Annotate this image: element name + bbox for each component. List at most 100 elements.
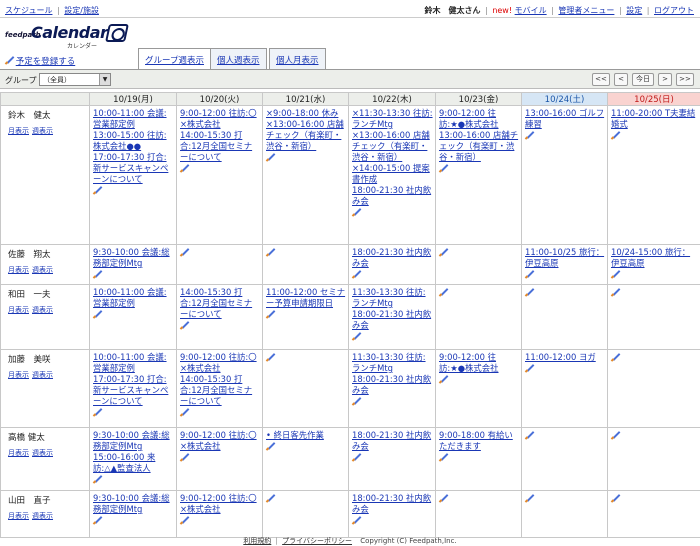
app-logo[interactable]: feedpath Calendar カレンダー <box>5 22 130 50</box>
event-link[interactable]: 9:30-10:00 会議:総務部定例Mtg <box>93 430 174 452</box>
day-cell[interactable] <box>435 490 522 538</box>
month-view-link[interactable]: 月表示 <box>8 449 29 457</box>
add-event-pencil-icon[interactable] <box>525 494 533 502</box>
add-event-pencil-icon[interactable] <box>266 442 274 450</box>
day-cell[interactable] <box>521 490 608 538</box>
event-link[interactable]: 9:00-18:00 有給いただきます <box>439 430 519 452</box>
day-header-saturday[interactable]: 10/24(土) <box>521 92 608 106</box>
day-cell[interactable]: 11:00-12:00 ヨガ <box>521 349 608 428</box>
event-link[interactable]: 18:00-21:30 社内飲み会 <box>352 185 433 207</box>
add-event-pencil-icon[interactable] <box>439 375 447 383</box>
tab-group-week[interactable]: グループ週表示 <box>138 48 211 71</box>
add-event-pencil-icon[interactable] <box>180 248 188 256</box>
day-cell[interactable]: 13:00-16:00 ゴルフ練習 <box>521 105 608 245</box>
event-link[interactable]: 13:00-15:00 往訪:株式会社●● <box>93 130 174 152</box>
day-cell[interactable]: 9:00-12:00 往訪:〇×株式会社 <box>176 490 263 538</box>
event-link[interactable]: 11:00-10/25 旅行：伊豆高原 <box>525 247 605 269</box>
next-button[interactable]: > <box>658 73 672 86</box>
add-event-pencil-icon[interactable] <box>180 164 188 172</box>
event-link[interactable]: 15:00-16:00 来訪:△▲監査法人 <box>93 452 174 474</box>
add-event-pencil-icon[interactable] <box>266 353 274 361</box>
add-event-pencil-icon[interactable] <box>611 431 619 439</box>
facility-settings-link[interactable]: 設定/施設 <box>64 6 99 15</box>
day-cell[interactable] <box>262 244 349 285</box>
day-cell[interactable]: 9:00-12:00 往訪:★●株式会社 <box>435 349 522 428</box>
day-cell[interactable]: 9:30-10:00 会議:総務部定例Mtg 15:00-16:00 来訪:△▲監… <box>89 427 177 491</box>
day-cell[interactable] <box>262 490 349 538</box>
next-next-button[interactable]: >> <box>676 73 694 86</box>
add-event-pencil-icon[interactable] <box>611 494 619 502</box>
event-link[interactable]: ×9:00-18:00 休み <box>266 108 346 119</box>
event-link[interactable]: 9:00-12:00 往訪:〇×株式会社 <box>180 430 260 452</box>
day-cell[interactable]: 18:00-21:30 社内飲み会 <box>348 244 436 285</box>
week-view-link[interactable]: 週表示 <box>32 266 53 274</box>
day-cell[interactable]: ×11:30-13:30 往訪:ランチMtg ×13:00-16:00 店舗チェッ… <box>348 105 436 245</box>
add-event-pencil-icon[interactable] <box>93 475 101 483</box>
day-cell[interactable]: 10:00-11:00 会議:営業部定例 17:00-17:30 打合:新サービス… <box>89 349 177 428</box>
event-link[interactable]: 13:00-16:00 店舗チェック（有楽町・渋谷・新宿） <box>439 130 519 163</box>
group-select[interactable]: （全員） ▼ <box>39 73 111 86</box>
event-link[interactable]: ×11:30-13:30 往訪:ランチMtg <box>352 108 433 130</box>
event-link[interactable]: 11:00-12:00 セミナー予算申請期限日 <box>266 287 346 309</box>
week-view-link[interactable]: 週表示 <box>32 127 53 135</box>
event-link[interactable]: 18:00-21:30 社内飲み会 <box>352 430 433 452</box>
day-cell[interactable]: 9:00-12:00 往訪:〇×株式会社 14:00-15:30 打合:12月全国… <box>176 349 263 428</box>
add-event-pencil-icon[interactable] <box>352 516 360 524</box>
event-link[interactable]: 9:00-12:00 往訪:★●株式会社 <box>439 108 519 130</box>
add-event-pencil-icon[interactable] <box>525 270 533 278</box>
add-event-pencil-icon[interactable] <box>266 310 274 318</box>
day-cell[interactable]: 9:00-18:00 有給いただきます <box>435 427 522 491</box>
week-view-link[interactable]: 週表示 <box>32 306 53 314</box>
day-cell[interactable]: 11:00-20:00 T夫妻結婚式 <box>607 105 700 245</box>
event-link[interactable]: 14:00-15:30 打合:12月全国セミナーについて <box>180 287 260 320</box>
event-link[interactable]: 9:00-12:00 往訪:〇×株式会社 <box>180 493 260 515</box>
week-view-link[interactable]: 週表示 <box>32 512 53 520</box>
add-event-pencil-icon[interactable] <box>180 516 188 524</box>
add-event-pencil-icon[interactable] <box>352 453 360 461</box>
day-cell[interactable] <box>435 244 522 285</box>
day-header[interactable]: 10/21(水) <box>262 92 349 106</box>
event-link[interactable]: ×13:00-16:00 店舗チェック（有楽町・渋谷・新宿） <box>266 119 346 152</box>
month-view-link[interactable]: 月表示 <box>8 127 29 135</box>
day-cell[interactable] <box>607 427 700 491</box>
day-header-sunday[interactable]: 10/25(日) <box>607 92 700 106</box>
day-cell[interactable]: 9:00-12:00 往訪:〇×株式会社 14:00-15:30 打合:12月全国… <box>176 105 263 245</box>
event-link[interactable]: ×13:00-16:00 店舗チェック（有楽町・渋谷・新宿） <box>352 130 433 163</box>
add-event-pencil-icon[interactable] <box>93 408 101 416</box>
month-view-link[interactable]: 月表示 <box>8 266 29 274</box>
add-event-pencil-icon[interactable] <box>180 453 188 461</box>
day-cell[interactable]: 11:30-13:30 往訪:ランチMtg 18:00-21:30 社内飲み会 <box>348 349 436 428</box>
day-cell[interactable]: 18:00-21:30 社内飲み会 <box>348 490 436 538</box>
day-header[interactable]: 10/23(金) <box>435 92 522 106</box>
day-cell[interactable]: 9:00-12:00 往訪:★●株式会社 13:00-16:00 店舗チェック（有… <box>435 105 522 245</box>
add-event-pencil-icon[interactable] <box>525 131 533 139</box>
event-link[interactable]: 18:00-21:30 社内飲み会 <box>352 309 433 331</box>
day-cell[interactable] <box>176 244 263 285</box>
week-view-link[interactable]: 週表示 <box>32 371 53 379</box>
day-header[interactable]: 10/22(木) <box>348 92 436 106</box>
event-link[interactable]: 11:00-12:00 ヨガ <box>525 352 605 363</box>
day-cell[interactable]: 14:00-15:30 打合:12月全国セミナーについて <box>176 284 263 350</box>
add-event-pencil-icon[interactable] <box>439 288 447 296</box>
prev-button[interactable]: < <box>614 73 628 86</box>
add-schedule-link[interactable]: 予定を登録する <box>16 57 76 67</box>
add-event-pencil-icon[interactable] <box>439 248 447 256</box>
day-cell[interactable] <box>262 349 349 428</box>
privacy-link[interactable]: プライバシーポリシー <box>282 537 352 545</box>
day-cell[interactable]: 9:30-10:00 会議:総務部定例Mtg <box>89 244 177 285</box>
admin-menu-link[interactable]: 管理者メニュー <box>558 6 614 15</box>
add-event-pencil-icon[interactable] <box>525 288 533 296</box>
add-schedule[interactable]: 予定を登録する <box>5 55 76 67</box>
tab-personal-week[interactable]: 個人週表示 <box>210 48 267 70</box>
add-event-pencil-icon[interactable] <box>93 186 101 194</box>
event-link[interactable]: 9:30-10:00 会議:総務部定例Mtg <box>93 493 174 515</box>
day-header[interactable]: 10/19(月) <box>89 92 177 106</box>
add-event-pencil-icon[interactable] <box>611 131 619 139</box>
day-cell[interactable]: 11:00-10/25 旅行：伊豆高原 <box>521 244 608 285</box>
day-cell[interactable]: 18:00-21:30 社内飲み会 <box>348 427 436 491</box>
day-cell[interactable]: 9:00-12:00 往訪:〇×株式会社 <box>176 427 263 491</box>
event-link[interactable]: 9:00-12:00 往訪:〇×株式会社 <box>180 108 260 130</box>
add-event-pencil-icon[interactable] <box>439 494 447 502</box>
event-link[interactable]: 11:00-20:00 T夫妻結婚式 <box>611 108 698 130</box>
event-link[interactable]: 11:30-13:30 往訪:ランチMtg <box>352 352 433 374</box>
